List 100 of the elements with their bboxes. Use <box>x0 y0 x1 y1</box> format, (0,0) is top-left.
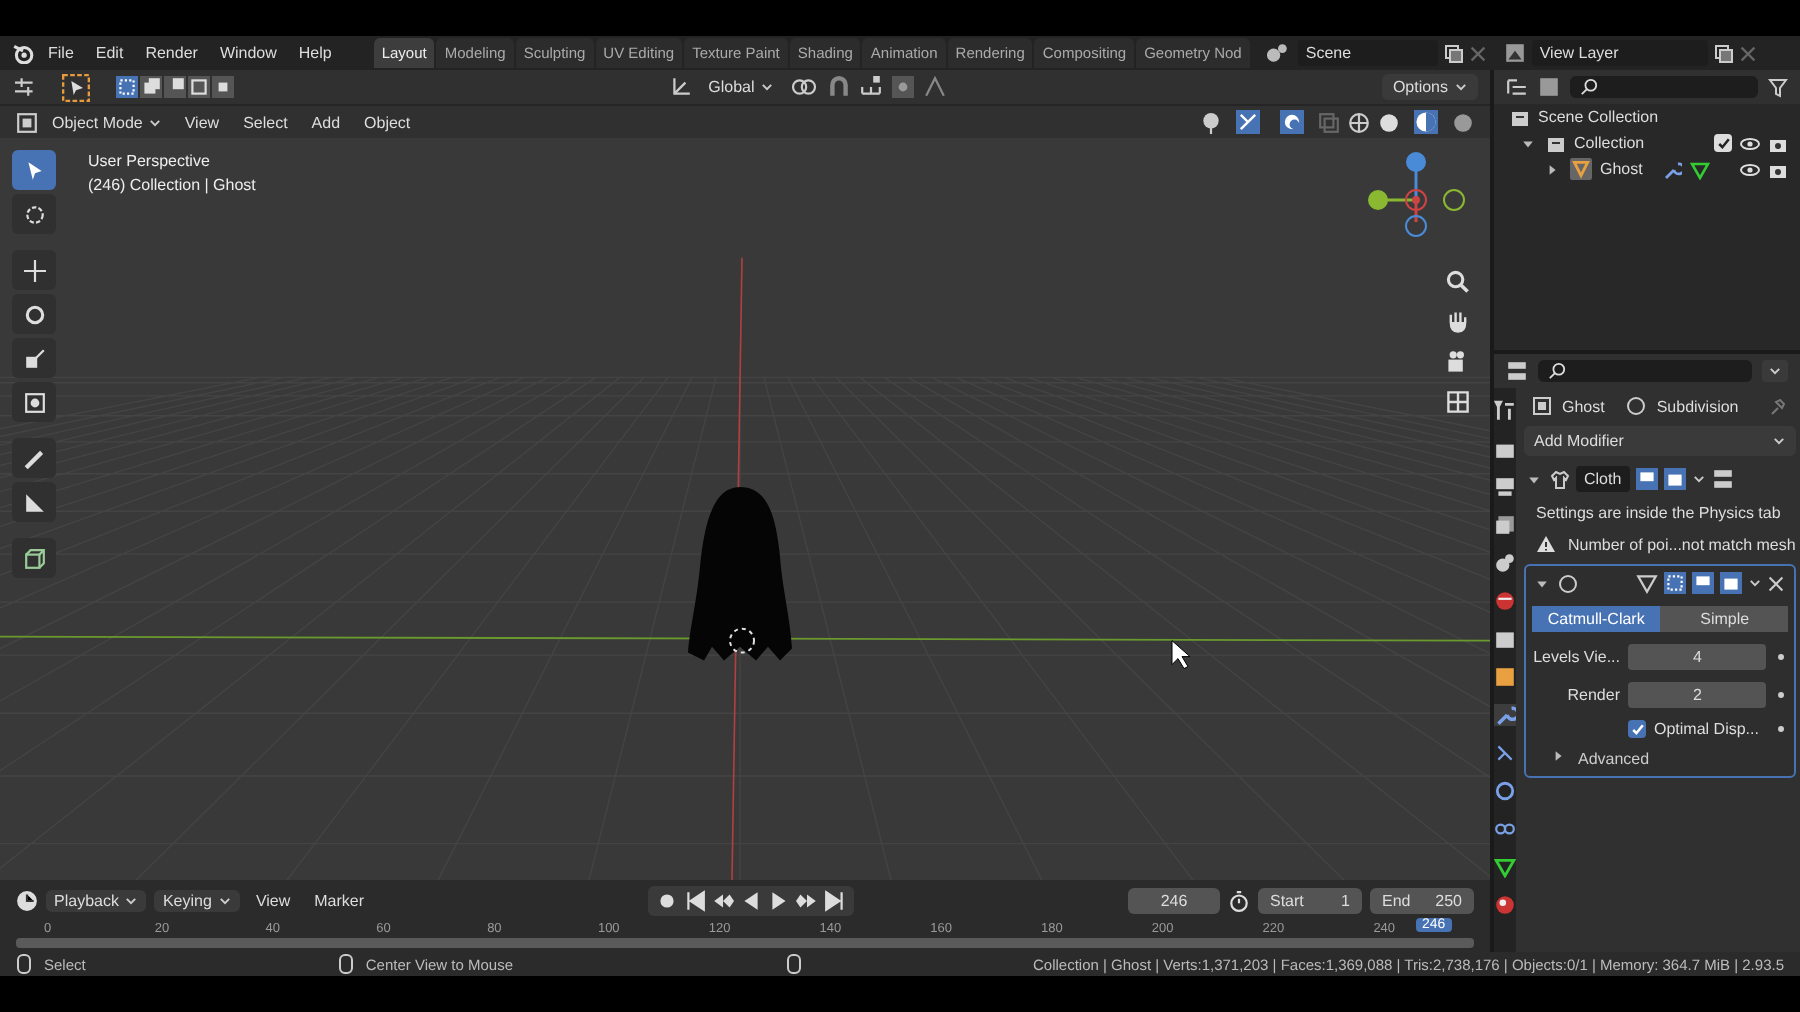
transform-icon[interactable] <box>23 391 45 413</box>
physics-tab-icon[interactable] <box>1494 780 1516 802</box>
jump-start-icon[interactable] <box>683 889 706 911</box>
select-box-tool[interactable] <box>12 150 56 190</box>
number-field[interactable]: 2 <box>1628 682 1767 708</box>
proportional-edit-icon[interactable] <box>892 76 915 98</box>
constraints-tab-icon[interactable] <box>1494 818 1516 840</box>
menu-item[interactable]: Window <box>211 42 285 64</box>
record-icon[interactable] <box>655 889 678 911</box>
orientation-icon[interactable] <box>670 76 693 98</box>
solid-shading-icon[interactable] <box>1378 111 1400 133</box>
transform-tool[interactable] <box>12 382 56 422</box>
chevron-down-icon[interactable] <box>1454 80 1469 94</box>
chevron-down-icon[interactable] <box>148 115 163 129</box>
extend-selection-icon[interactable] <box>140 76 162 98</box>
subtract-selection-icon[interactable] <box>164 76 186 98</box>
menu-item[interactable]: Render <box>137 42 206 64</box>
object-tab-icon[interactable] <box>1494 666 1516 688</box>
menu-item[interactable]: Add <box>303 111 349 133</box>
add-modifier-dropdown[interactable]: Add Modifier <box>1524 426 1797 456</box>
material-shading-icon[interactable] <box>1414 110 1438 134</box>
data-tab-icon[interactable] <box>1494 856 1516 878</box>
keyframe-dot-icon[interactable] <box>1778 726 1785 732</box>
image-icon[interactable] <box>1503 42 1526 64</box>
outliner-item[interactable]: Ghost <box>1600 160 1643 178</box>
dashed-circle-icon[interactable] <box>23 203 45 225</box>
display-in-viewport-icon[interactable] <box>1635 468 1658 490</box>
chevron-down-icon[interactable] <box>1748 576 1763 590</box>
expand-toggle-icon[interactable] <box>1536 577 1548 589</box>
cursor-tool[interactable] <box>12 194 56 234</box>
pencil-icon[interactable] <box>23 447 45 469</box>
start-frame-field[interactable]: Start 1 <box>1258 887 1362 913</box>
editor-type-icon[interactable] <box>1506 360 1528 382</box>
options-dropdown[interactable]: Options <box>1382 74 1479 100</box>
tool-tab-icon[interactable] <box>1494 400 1516 422</box>
menu-item[interactable]: File <box>40 42 82 64</box>
collection-tab-icon[interactable] <box>1494 628 1516 650</box>
particles-tab-icon[interactable] <box>1494 742 1516 764</box>
overlay-toggle-icon[interactable] <box>1280 110 1304 134</box>
camera-icon[interactable] <box>1446 350 1470 374</box>
expand-toggle-icon[interactable] <box>1552 750 1564 762</box>
search-field[interactable] <box>1570 76 1758 98</box>
subdivision-type-button[interactable]: Simple <box>1660 606 1789 632</box>
keyframe-dot-icon[interactable] <box>1778 654 1785 660</box>
next-keyframe-icon[interactable] <box>795 889 818 911</box>
scene-field[interactable]: Scene <box>1297 40 1438 66</box>
chevron-down-icon[interactable] <box>124 893 139 907</box>
menu-item[interactable]: Keying <box>154 889 240 911</box>
play-icon[interactable] <box>767 889 790 911</box>
expand-toggle-icon[interactable] <box>1546 163 1558 175</box>
move-tool[interactable] <box>12 250 56 290</box>
gizmo-toggle-icon[interactable] <box>1236 110 1260 134</box>
toggle-switch-icon[interactable] <box>1711 468 1734 490</box>
mode-dropdown[interactable]: Object Mode <box>46 111 169 133</box>
display-mode-icon[interactable] <box>1506 76 1528 98</box>
prev-keyframe-icon[interactable] <box>711 889 734 911</box>
copy-icon[interactable] <box>1713 43 1734 63</box>
chevron-down-icon[interactable] <box>1768 364 1782 378</box>
optimal-display-checkbox[interactable] <box>1628 720 1646 738</box>
new-selection-icon[interactable] <box>116 76 138 98</box>
menu-item[interactable]: Marker <box>306 889 373 911</box>
menu-item[interactable]: Edit <box>87 42 132 64</box>
menu-item[interactable]: Select <box>235 111 296 133</box>
eye-icon[interactable] <box>1740 159 1760 179</box>
edit-mode-icon[interactable] <box>1636 572 1659 594</box>
cursor-arrow-icon[interactable] <box>23 159 45 181</box>
blender-logo-icon[interactable] <box>12 42 34 64</box>
snap-increment-icon[interactable] <box>860 76 883 98</box>
render-camera-icon[interactable] <box>1720 572 1743 594</box>
orientation-dropdown[interactable]: Global <box>702 76 781 98</box>
grid-icon[interactable] <box>1446 390 1470 414</box>
menu-item[interactable]: Help <box>290 42 340 64</box>
annotate-tool[interactable] <box>12 438 56 478</box>
chevron-down-icon[interactable] <box>217 893 232 907</box>
end-frame-field[interactable]: End 250 <box>1370 887 1474 913</box>
outliner-item[interactable]: Collection <box>1574 134 1645 152</box>
chevron-down-icon[interactable] <box>1691 472 1706 486</box>
dropdown-button[interactable] <box>1762 360 1788 382</box>
display-in-viewport-icon[interactable] <box>1692 572 1715 594</box>
measure-tool[interactable] <box>12 482 56 522</box>
menu-item[interactable]: Object <box>356 111 419 133</box>
filter-icon[interactable] <box>1768 77 1788 97</box>
visibility-icon[interactable] <box>1200 111 1222 133</box>
copy-icon[interactable] <box>1443 43 1464 63</box>
wireframe-shading-icon[interactable] <box>1348 111 1370 133</box>
clock-icon[interactable] <box>16 889 38 911</box>
scene-tab-icon[interactable] <box>1494 552 1516 574</box>
subpanel-title[interactable]: Advanced <box>1578 750 1650 768</box>
scale-icon[interactable] <box>23 347 45 369</box>
modifier-name-field[interactable]: Cloth <box>1576 466 1630 492</box>
invert-selection-icon[interactable] <box>188 76 210 98</box>
number-field[interactable]: 4 <box>1628 644 1767 670</box>
chevron-down-icon[interactable] <box>1772 434 1787 448</box>
outliner-item[interactable]: Scene Collection <box>1538 108 1659 126</box>
cage-icon[interactable] <box>1664 572 1687 594</box>
include-checkbox[interactable] <box>1714 134 1732 152</box>
pin-icon[interactable] <box>1768 396 1789 416</box>
cube-icon[interactable] <box>23 547 45 569</box>
view-layer-tab-icon[interactable] <box>1494 514 1516 536</box>
intersect-selection-icon[interactable] <box>212 76 234 98</box>
